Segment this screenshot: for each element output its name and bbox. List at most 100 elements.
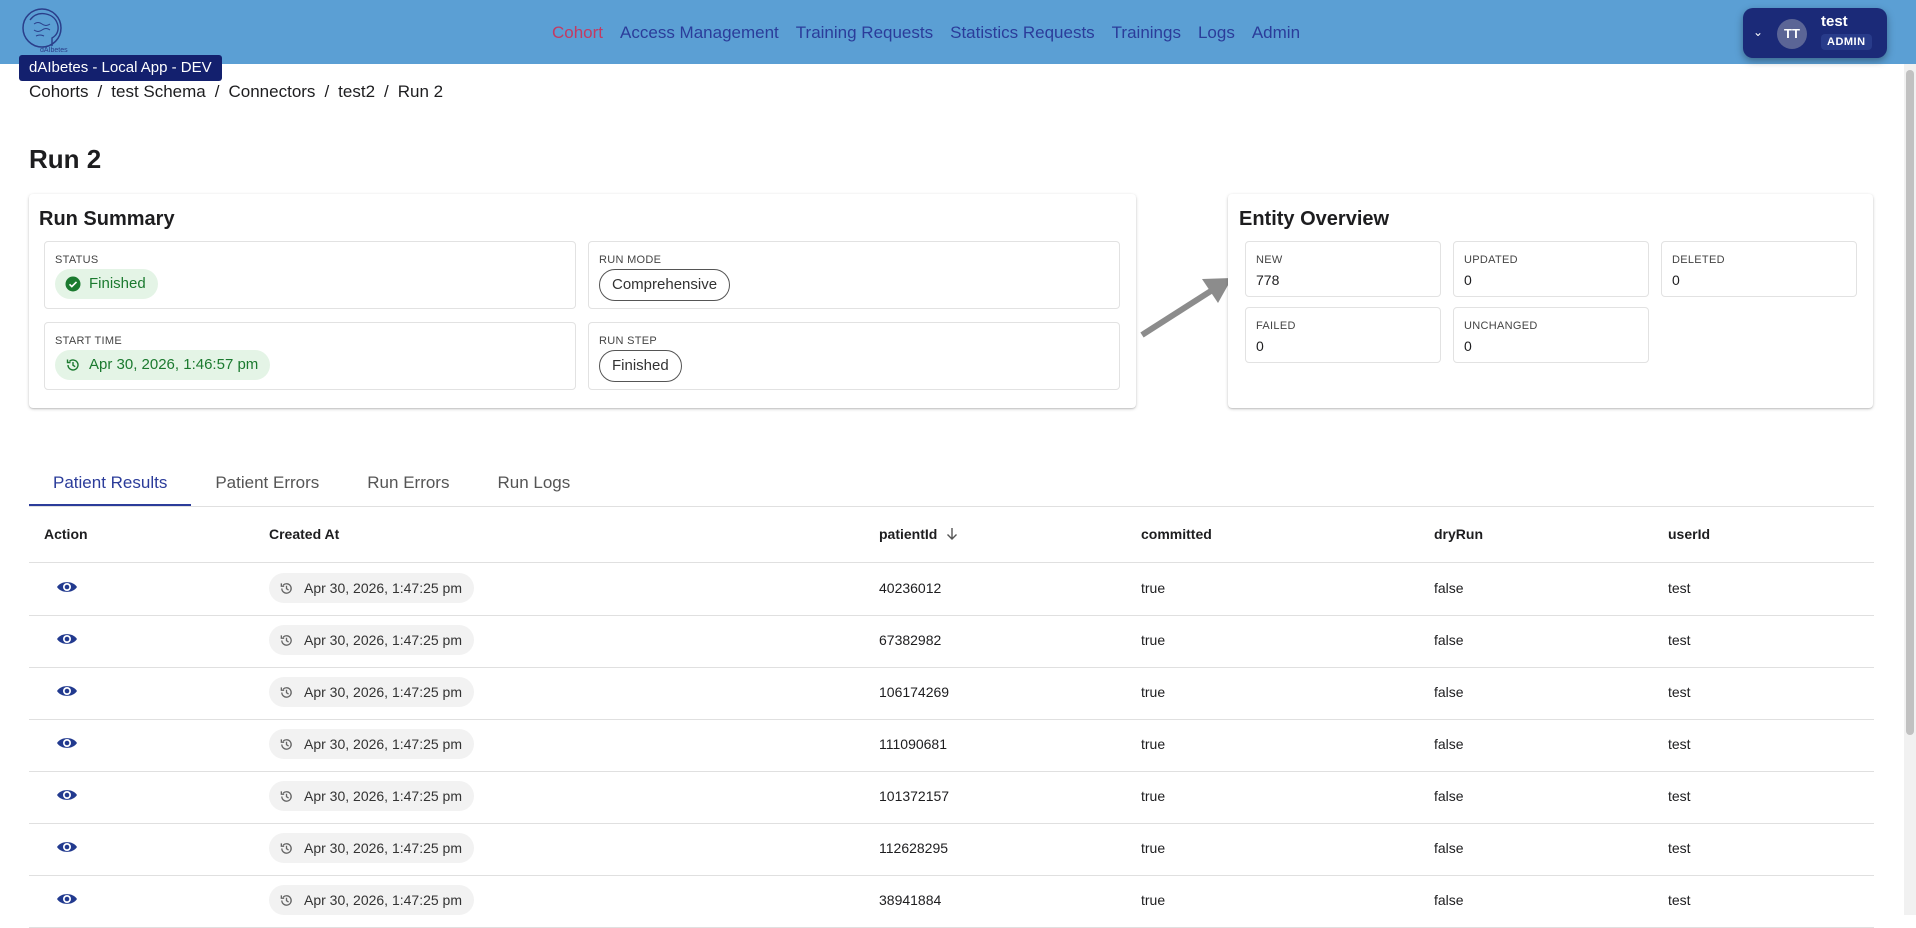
- eye-icon[interactable]: [56, 631, 78, 647]
- start-time-field: START TIME Apr 30, 2026, 1:46:57 pm: [44, 322, 576, 390]
- created-at-value: Apr 30, 2026, 1:47:25 pm: [304, 840, 462, 856]
- table-row: Apr 30, 2026, 1:47:25 pm 106174269 true fal…: [29, 667, 1874, 720]
- nav-logs[interactable]: Logs: [1198, 23, 1235, 43]
- user-id-cell: test: [1668, 580, 1691, 596]
- start-time-chip: Apr 30, 2026, 1:46:57 pm: [55, 350, 271, 380]
- user-id-cell: test: [1668, 632, 1691, 648]
- created-at-value: Apr 30, 2026, 1:47:25 pm: [304, 580, 462, 596]
- start-time-label: START TIME: [55, 335, 122, 347]
- run-mode-label: RUN MODE: [599, 254, 662, 266]
- created-at-value: Apr 30, 2026, 1:47:25 pm: [304, 892, 462, 908]
- start-time-value: Apr 30, 2026, 1:46:57 pm: [89, 356, 259, 373]
- nav-trainings[interactable]: Trainings: [1112, 23, 1181, 43]
- updated-label: UPDATED: [1464, 254, 1518, 266]
- created-at-chip: Apr 30, 2026, 1:47:25 pm: [269, 677, 474, 707]
- unchanged-label: UNCHANGED: [1464, 320, 1538, 332]
- run-summary-card: Run Summary STATUS Finished RUN MODE Com…: [29, 194, 1136, 408]
- new-count-field: NEW 778: [1245, 241, 1441, 297]
- patient-id-cell: 111090681: [879, 736, 947, 752]
- breadcrumb-separator: /: [214, 82, 220, 101]
- table-row: Apr 30, 2026, 1:47:25 pm 111090681 true fal…: [29, 719, 1874, 772]
- header-patient-id-label: patientId: [879, 526, 938, 542]
- header-dry-run[interactable]: dryRun: [1434, 526, 1483, 542]
- dry-run-cell: false: [1434, 892, 1464, 908]
- nav-access-management[interactable]: Access Management: [620, 23, 779, 43]
- created-at-value: Apr 30, 2026, 1:47:25 pm: [304, 684, 462, 700]
- tab-patient-results[interactable]: Patient Results: [29, 470, 192, 506]
- breadcrumb-separator: /: [324, 82, 330, 101]
- patient-id-cell: 38941884: [879, 892, 942, 908]
- header-action: Action: [44, 526, 88, 542]
- breadcrumb-item[interactable]: Cohorts: [29, 82, 89, 102]
- eye-icon[interactable]: [56, 735, 78, 751]
- breadcrumb-item[interactable]: Connectors: [229, 82, 316, 102]
- dry-run-cell: false: [1434, 684, 1464, 700]
- user-menu-button[interactable]: ⌄ TT test ADMIN: [1743, 8, 1887, 58]
- table-row: Apr 30, 2026, 1:47:25 pm 40236012 true fals…: [29, 563, 1874, 616]
- entity-overview-card: Entity Overview NEW 778 UPDATED 0 DELETE…: [1228, 194, 1873, 408]
- top-app-bar: dAIbetes Cohort Access Management Training…: [0, 0, 1916, 64]
- user-id-cell: test: [1668, 684, 1691, 700]
- eye-icon[interactable]: [56, 891, 78, 907]
- eye-icon[interactable]: [56, 839, 78, 855]
- history-icon: [66, 359, 79, 371]
- page-title: Run 2: [29, 144, 102, 174]
- header-created-at[interactable]: Created At: [269, 526, 339, 542]
- eye-icon[interactable]: [56, 787, 78, 803]
- updated-value: 0: [1464, 272, 1472, 288]
- table-header: Action Created At patientId committed dr…: [29, 520, 1874, 563]
- check-circle-icon: [65, 276, 81, 292]
- run-step-field: RUN STEP Finished: [588, 322, 1120, 390]
- scrollbar-thumb[interactable]: [1906, 70, 1914, 735]
- run-step-chip: Finished: [599, 350, 682, 382]
- table-row: Apr 30, 2026, 1:47:25 pm 67382982 true fals…: [29, 615, 1874, 668]
- dry-run-cell: false: [1434, 788, 1464, 804]
- header-user-id[interactable]: userId: [1668, 526, 1710, 542]
- history-icon: [280, 634, 292, 646]
- user-id-cell: test: [1668, 788, 1691, 804]
- nav-training-requests[interactable]: Training Requests: [796, 23, 933, 43]
- eye-icon[interactable]: [56, 683, 78, 699]
- new-value: 778: [1256, 272, 1280, 288]
- breadcrumb-item[interactable]: test Schema: [111, 82, 206, 102]
- results-tabs: Patient Results Patient Errors Run Errors R…: [29, 470, 594, 506]
- table-row: Apr 30, 2026, 1:47:25 pm 101372157 true fal…: [29, 771, 1874, 824]
- app-logo-icon[interactable]: dAIbetes: [20, 6, 70, 54]
- tab-run-logs[interactable]: Run Logs: [473, 470, 594, 506]
- tab-run-errors[interactable]: Run Errors: [343, 470, 473, 506]
- eye-icon[interactable]: [56, 579, 78, 595]
- environment-badge: dAIbetes - Local App - DEV: [19, 55, 222, 81]
- dry-run-cell: false: [1434, 840, 1464, 856]
- breadcrumb-item: Run 2: [397, 82, 444, 101]
- nav-admin[interactable]: Admin: [1252, 23, 1300, 43]
- created-at-chip: Apr 30, 2026, 1:47:25 pm: [269, 625, 474, 655]
- patient-id-cell: 106174269: [879, 684, 950, 700]
- dry-run-cell: false: [1434, 736, 1464, 752]
- history-icon: [280, 790, 292, 802]
- created-at-chip: Apr 30, 2026, 1:47:25 pm: [269, 729, 474, 759]
- header-committed[interactable]: committed: [1141, 526, 1212, 542]
- run-mode-field: RUN MODE Comprehensive: [588, 241, 1120, 309]
- main-nav: Cohort Access Management Training Requests…: [552, 23, 1317, 43]
- tab-patient-errors[interactable]: Patient Errors: [191, 470, 343, 506]
- logo-text: dAIbetes: [40, 47, 68, 54]
- failed-value: 0: [1256, 338, 1264, 354]
- entity-overview-title: Entity Overview: [1239, 208, 1390, 230]
- updated-count-field: UPDATED 0: [1453, 241, 1649, 297]
- avatar: TT: [1777, 19, 1807, 49]
- committed-cell: true: [1141, 892, 1166, 908]
- committed-cell: true: [1141, 684, 1166, 700]
- status-chip: Finished: [55, 269, 158, 299]
- nav-statistics-requests[interactable]: Statistics Requests: [950, 23, 1095, 43]
- nav-cohort[interactable]: Cohort: [552, 23, 603, 43]
- history-icon: [280, 842, 292, 854]
- created-at-value: Apr 30, 2026, 1:47:25 pm: [304, 632, 462, 648]
- committed-cell: true: [1141, 840, 1166, 856]
- header-patient-id[interactable]: patientId: [879, 526, 959, 542]
- user-id-cell: test: [1668, 736, 1691, 752]
- deleted-label: DELETED: [1672, 254, 1725, 266]
- run-mode-chip: Comprehensive: [599, 269, 731, 301]
- status-field: STATUS Finished: [44, 241, 576, 309]
- breadcrumb-item[interactable]: test2: [338, 82, 375, 102]
- committed-cell: true: [1141, 580, 1166, 596]
